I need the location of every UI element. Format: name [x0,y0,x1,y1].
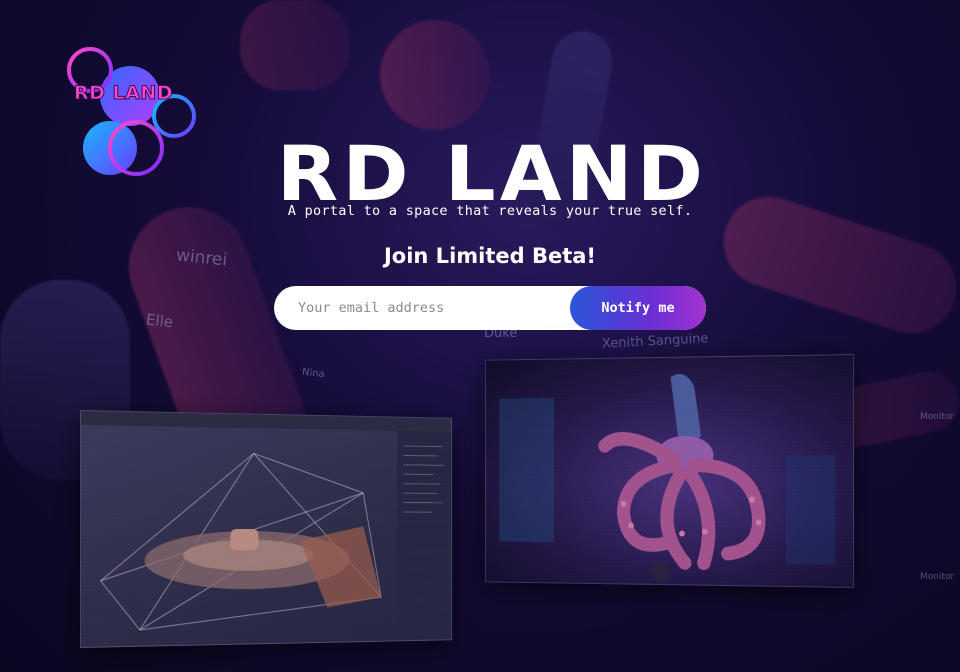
signup-heading: Join Limited Beta! [383,244,597,268]
page-title: RD LAND [276,129,708,218]
notify-me-button[interactable]: Notify me [570,286,706,330]
background-tentacle [240,0,350,90]
brand-logo[interactable]: RD LAND [62,44,202,184]
background-label: Nina [301,366,326,381]
background-label: Xenith Sanguine [601,331,709,352]
tagline: A portal to a space that reveals your tr… [287,203,693,219]
email-input[interactable] [274,286,574,330]
editor-scene-image [80,411,452,641]
octopus-scene-image [485,355,854,587]
render-screenshot [484,354,854,588]
background-tentacle [380,20,490,130]
background-label: Elle [145,310,174,332]
signup-form: Notify me [274,286,706,330]
logo-text: RD LAND [73,82,174,105]
rd-land-bubbles-icon [67,47,196,176]
background-label: Monitor [920,572,955,582]
background-tentacle [711,185,960,345]
editor-screenshot [80,410,453,648]
background-label: Monitor [920,412,955,422]
